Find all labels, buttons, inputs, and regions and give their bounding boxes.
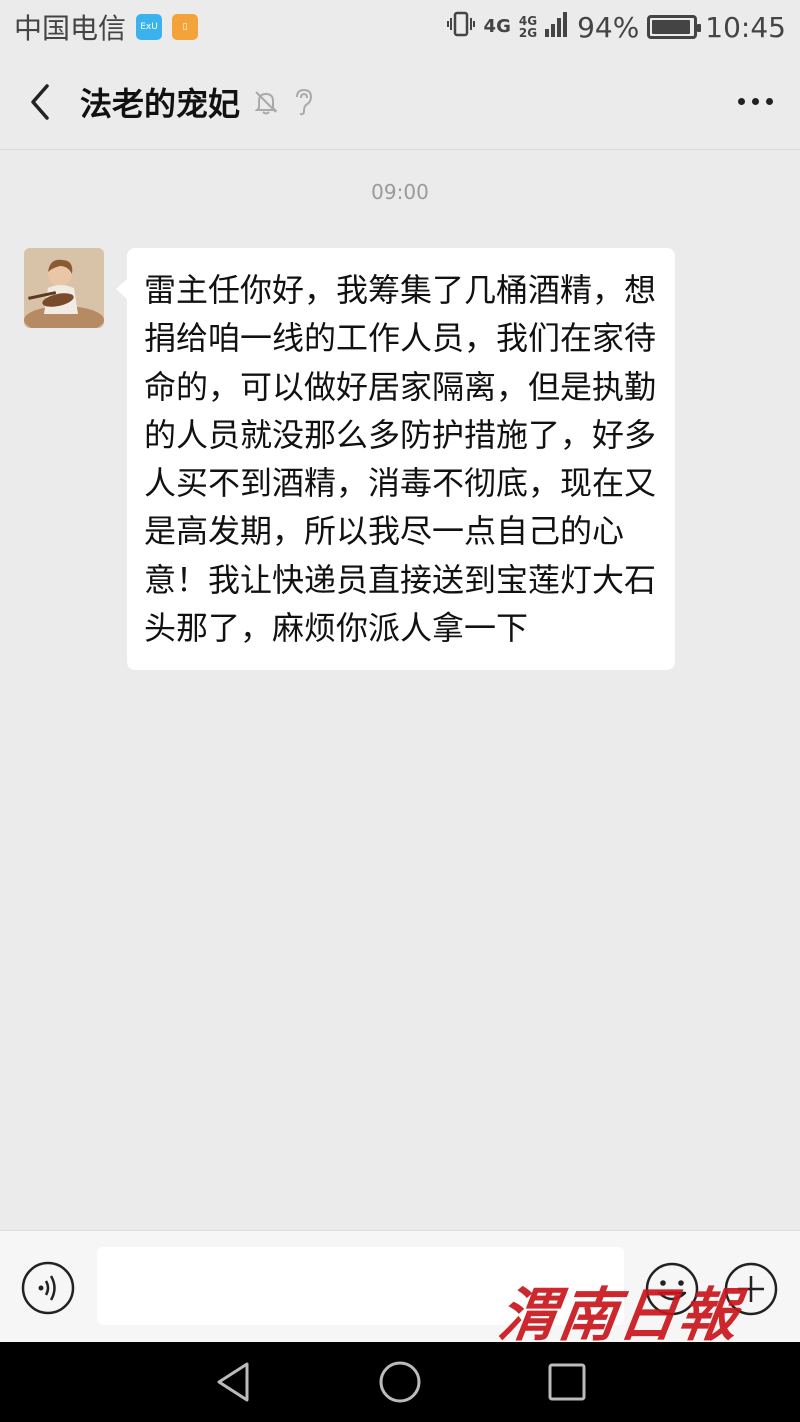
network-stack: 4G 2G <box>519 15 537 39</box>
voice-button[interactable] <box>21 1261 75 1319</box>
nav-recents-button[interactable] <box>527 1342 607 1422</box>
status-bar: 中国电信 ExU ▯ 4G 4G 2G 94% 10:45 <box>0 0 800 54</box>
page-title: 法老的宠妃 <box>80 84 241 123</box>
recents-square-icon <box>548 1363 586 1401</box>
mute-bell-icon <box>252 88 280 116</box>
back-arrow-icon <box>31 83 49 120</box>
avatar[interactable] <box>24 248 104 328</box>
earpiece-icon <box>292 87 316 117</box>
nav-home-button[interactable] <box>360 1342 440 1422</box>
battery-percent: 94% <box>577 10 640 44</box>
battery-icon <box>647 15 702 39</box>
app-notification-icon: ExU <box>136 14 163 40</box>
newspaper-watermark: 渭南日報 <box>494 1281 745 1349</box>
chat-header: 法老的宠妃 <box>0 54 800 150</box>
battery-fill <box>652 20 690 34</box>
back-triangle-icon <box>217 1362 249 1402</box>
nav-back-button[interactable] <box>193 1342 273 1422</box>
voice-icon <box>21 1261 75 1315</box>
network-4g-label: 4G <box>483 16 511 37</box>
message-row: 雷主任你好，我筹集了几桶酒精，想捐给咱一线的工作人员，我们在家待命的，可以做好居… <box>24 248 675 671</box>
carrier-label: 中国电信 <box>14 12 127 45</box>
more-icon <box>737 98 745 105</box>
network-stack-bottom: 2G <box>518 26 538 40</box>
message-bubble[interactable]: 雷主任你好，我筹集了几桶酒精，想捐给咱一线的工作人员，我们在家待命的，可以做好居… <box>116 248 675 671</box>
vibrate-icon <box>446 11 476 44</box>
signal-icon <box>545 11 569 44</box>
avatar-image <box>24 248 104 328</box>
more-button[interactable] <box>710 54 800 150</box>
clock: 10:45 <box>705 10 786 44</box>
message-timestamp: 09:00 <box>371 180 429 204</box>
home-circle-icon <box>379 1361 421 1403</box>
app-notification-icon-2: ▯ <box>172 14 199 40</box>
navigation-bar <box>0 1342 800 1422</box>
back-button[interactable] <box>0 54 80 150</box>
